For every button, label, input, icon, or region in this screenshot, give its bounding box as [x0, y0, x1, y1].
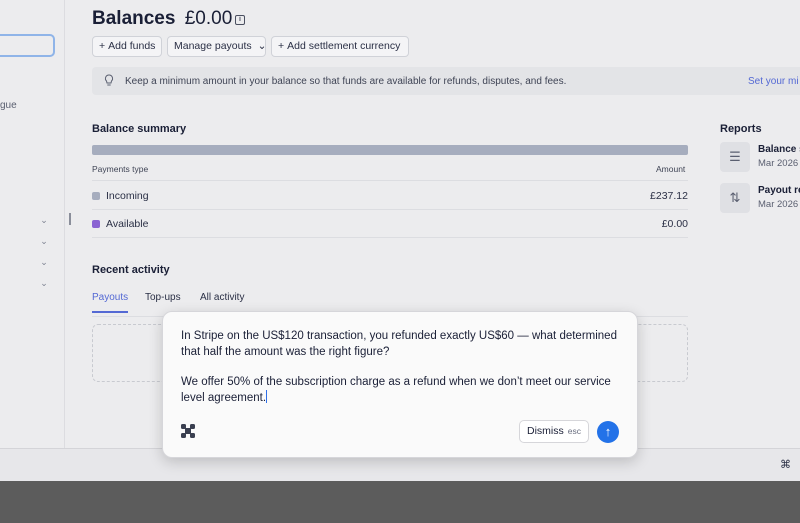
popup-answer-text: We offer 50% of the subscription charge … — [181, 376, 611, 404]
row-label: Incoming — [106, 190, 149, 202]
recent-activity-heading: Recent activity — [92, 264, 170, 276]
minimum-balance-notice: Keep a minimum amount in your balance so… — [92, 67, 800, 95]
column-header-type: Payments type — [92, 164, 149, 174]
dismiss-label: Dismiss — [527, 425, 564, 437]
tab-all-activity[interactable]: All activity — [200, 292, 244, 311]
app-logo-icon — [181, 424, 195, 438]
arrow-up-icon: ↑ — [604, 424, 612, 439]
lightbulb-icon — [104, 74, 114, 86]
add-currency-label: Add settlement currency — [287, 40, 401, 52]
arrows-updown-icon: ⇅ — [720, 183, 750, 213]
add-funds-button[interactable]: + Add funds — [92, 36, 162, 57]
chevron-down-icon[interactable]: ⌄ — [39, 278, 49, 288]
report-name: Balance s — [758, 144, 800, 155]
row-value: £237.12 — [650, 190, 688, 202]
report-name: Payout re — [758, 185, 800, 196]
available-swatch — [92, 220, 100, 228]
table-row: Incoming £237.12 — [92, 182, 688, 209]
sidebar-search-input[interactable] — [0, 34, 55, 57]
page-title-text: Balances — [92, 8, 176, 29]
report-date: Mar 2026 — [758, 199, 799, 210]
popup-question: In Stripe on the US$120 transaction, you… — [181, 330, 617, 358]
plus-icon: + — [99, 40, 106, 52]
report-item[interactable]: ⇅ Payout re Mar 2026 — [720, 183, 800, 215]
reports-heading: Reports — [720, 123, 762, 135]
send-button[interactable]: ↑ — [597, 421, 619, 443]
text-caret — [266, 390, 268, 403]
set-minimum-link[interactable]: Set your mi — [748, 76, 799, 87]
manage-payouts-button[interactable]: Manage payouts ⌄ — [167, 36, 266, 57]
desktop-background — [0, 481, 800, 523]
sidebar: gue ⌄ ⌄ ⌄ ⌄ — [0, 0, 65, 448]
row-label: Available — [106, 218, 149, 230]
notice-text: Keep a minimum amount in your balance so… — [125, 76, 567, 87]
incoming-swatch — [92, 192, 100, 200]
balance-summary-heading: Balance summary — [92, 123, 187, 135]
dismiss-shortcut: esc — [567, 426, 581, 436]
tab-top-ups[interactable]: Top-ups — [145, 292, 181, 311]
row-divider — [92, 237, 688, 238]
dismiss-button[interactable]: Dismiss esc — [519, 420, 589, 443]
report-date: Mar 2026 — [758, 158, 799, 169]
assistant-popup: In Stripe on the US$120 transaction, you… — [162, 311, 638, 458]
row-divider — [92, 180, 688, 181]
sidebar-item-label[interactable]: gue — [0, 100, 17, 111]
chevron-down-icon[interactable]: ⌄ — [39, 215, 49, 225]
list-filter-icon: ☰ — [720, 142, 750, 172]
chevron-down-icon: ⌄ — [257, 40, 267, 52]
table-row: Available £0.00 — [92, 210, 688, 237]
balance-summary-bar — [92, 145, 688, 155]
chevron-down-icon[interactable]: ⌄ — [39, 236, 49, 246]
tab-payouts[interactable]: Payouts — [92, 292, 129, 313]
plus-icon: + — [278, 40, 285, 52]
balance-amount: £0.00 — [184, 8, 233, 29]
info-icon[interactable]: i — [235, 15, 245, 25]
page-title: Balances £0.00 — [92, 8, 232, 30]
manage-payouts-label: Manage payouts — [174, 40, 252, 52]
row-value: £0.00 — [661, 218, 688, 230]
chevron-down-icon[interactable]: ⌄ — [39, 257, 49, 267]
add-settlement-currency-button[interactable]: + Add settlement currency — [271, 36, 409, 57]
binoculars-icon[interactable]: ⌘ — [780, 458, 791, 471]
report-item[interactable]: ☰ Balance s Mar 2026 — [720, 142, 800, 174]
popup-answer-input[interactable]: We offer 50% of the subscription charge … — [181, 374, 621, 406]
resize-handle[interactable] — [69, 213, 71, 225]
column-header-amount: Amount — [656, 164, 686, 174]
add-funds-label: Add funds — [108, 40, 156, 52]
